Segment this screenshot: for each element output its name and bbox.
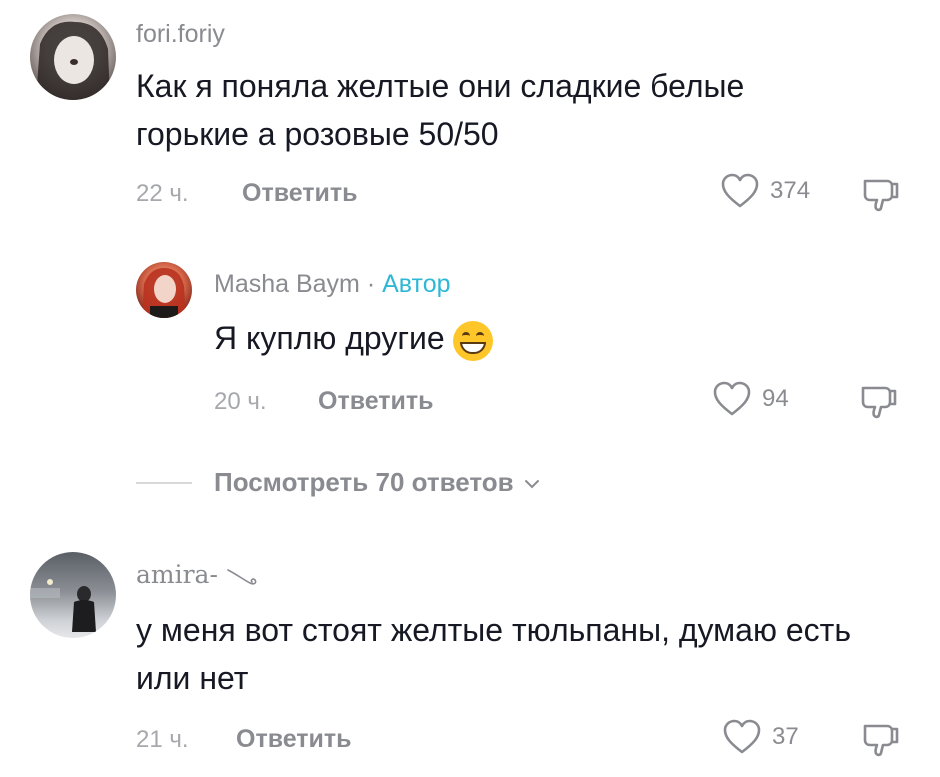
- comment-time: 22 ч.: [136, 180, 189, 207]
- comment-time: 20 ч.: [214, 388, 267, 415]
- comment-text: у меня вот стоят желтые тюльпаны, думаю …: [136, 612, 851, 696]
- reply-username[interactable]: Masha Baym: [214, 270, 360, 298]
- like-count: 37: [772, 723, 799, 750]
- view-replies-button[interactable]: Посмотреть 70 ответов: [214, 467, 541, 498]
- dislike-button[interactable]: [860, 175, 900, 218]
- comment-text: Я куплю другие: [214, 314, 493, 362]
- heart-icon: [723, 719, 761, 754]
- view-replies-label: Посмотреть 70 ответов: [214, 467, 514, 497]
- comment-time: 21 ч.: [136, 726, 189, 753]
- like-button[interactable]: 374: [720, 172, 810, 210]
- comment-username[interactable]: amira-: [136, 560, 260, 589]
- like-button[interactable]: 37: [722, 718, 799, 756]
- username-separator: ·: [366, 270, 376, 298]
- comment-username[interactable]: Masha Baym · Автор: [214, 270, 451, 299]
- avatar[interactable]: [30, 14, 116, 100]
- reply-text: Я куплю другие: [214, 320, 445, 356]
- reply-username[interactable]: amira-: [136, 560, 218, 589]
- like-button[interactable]: 94: [712, 380, 789, 418]
- reply-button[interactable]: Ответить: [242, 179, 358, 208]
- heart-icon: [721, 173, 759, 208]
- like-count: 94: [762, 385, 789, 412]
- thumbs-down-icon: [863, 724, 899, 757]
- comment-username[interactable]: fori.foriy: [136, 20, 225, 49]
- like-count: 374: [770, 177, 811, 204]
- author-badge: Автор: [382, 270, 451, 298]
- comment-text: Как я поняла желтые они сладкие белые го…: [136, 68, 745, 152]
- dislike-button[interactable]: [860, 720, 900, 763]
- swash-icon: [227, 568, 257, 585]
- heart-icon: [713, 381, 751, 416]
- reply-button[interactable]: Ответить: [236, 725, 352, 754]
- avatar[interactable]: [30, 552, 116, 638]
- divider: [136, 482, 192, 484]
- avatar[interactable]: [136, 262, 192, 318]
- chevron-down-icon: [524, 480, 539, 489]
- dislike-button[interactable]: [858, 382, 898, 425]
- reply-button[interactable]: Ответить: [318, 387, 434, 416]
- thumbs-down-icon: [861, 386, 897, 419]
- grinning-face-emoji: [452, 320, 493, 361]
- thumbs-down-icon: [863, 179, 899, 212]
